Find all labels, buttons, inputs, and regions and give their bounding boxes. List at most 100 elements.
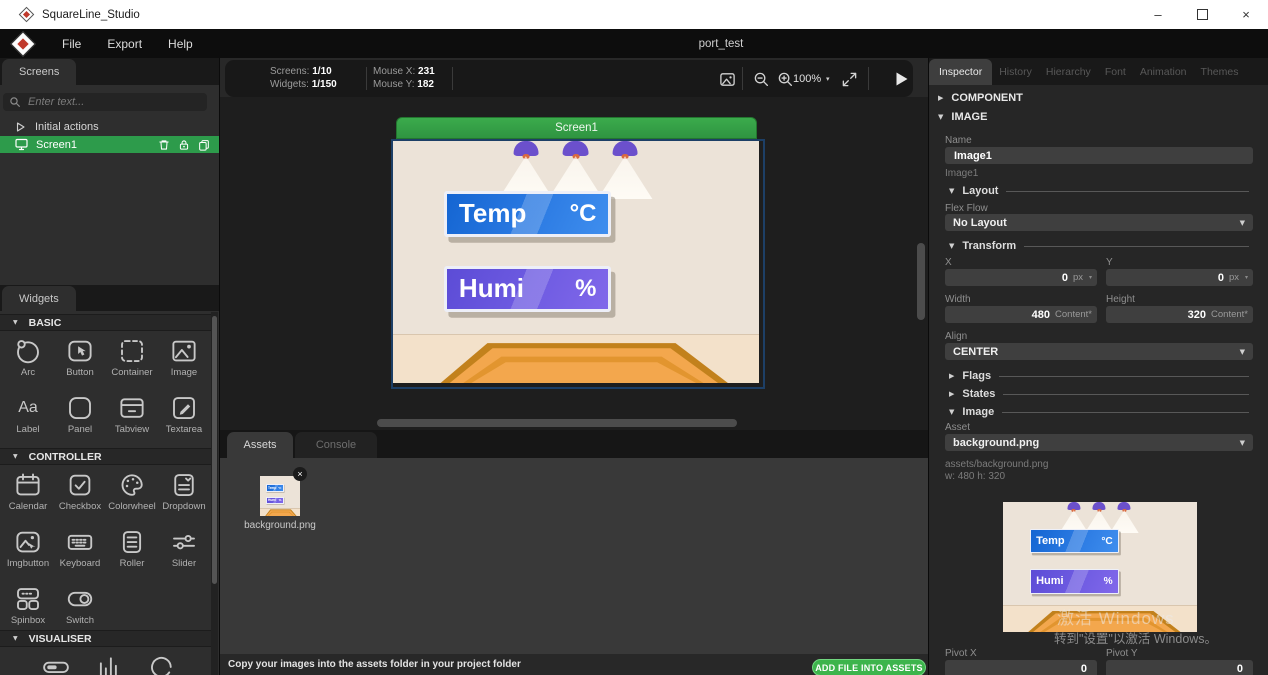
imgbutton-icon (13, 527, 43, 557)
tab-console[interactable]: Console (295, 432, 377, 458)
component-section-header[interactable]: ▶ COMPONENT (938, 92, 1023, 104)
transform-section-header[interactable]: ▼ Transform (949, 240, 1249, 252)
mouse-x-label: Mouse X: (373, 66, 415, 77)
minimize-button[interactable]: – (1136, 0, 1180, 29)
width-input[interactable]: 480 Content* (945, 306, 1097, 323)
layout-section-header[interactable]: ▼ Layout (949, 185, 1249, 197)
section-visualiser[interactable]: ▼ VISUALISER (0, 630, 211, 647)
image-section-header[interactable]: ▼ IMAGE (938, 111, 987, 123)
widgets-tabstrip: Widgets (0, 285, 219, 311)
tab-history[interactable]: History (992, 59, 1039, 85)
y-input[interactable]: 0 px ▾ (1106, 269, 1253, 286)
pivot-y-input[interactable]: 0 (1106, 660, 1253, 675)
widget-spinner[interactable] (135, 648, 188, 675)
widget-switch[interactable]: Switch (54, 580, 106, 637)
duplicate-icon[interactable] (198, 139, 210, 151)
widget-dropdown[interactable]: Dropdown (158, 466, 210, 523)
pivot-x-input[interactable]: 0 (945, 660, 1097, 675)
tab-widgets[interactable]: Widgets (2, 286, 76, 312)
widget-imgbutton[interactable]: Imgbutton (2, 523, 54, 580)
pivot-y-label: Pivot Y (1106, 648, 1138, 659)
widget-tabview[interactable]: Tabview (106, 389, 158, 446)
arc-icon (13, 336, 43, 366)
widget-label[interactable]: Aa Label (2, 389, 54, 446)
fit-screen-button[interactable] (839, 69, 859, 89)
x-input[interactable]: 0 px ▾ (945, 269, 1097, 286)
widget-bar[interactable] (29, 648, 82, 675)
canvas-vscrollbar[interactable] (917, 243, 925, 320)
widget-panel[interactable]: Panel (54, 389, 106, 446)
temp-unit: °C (570, 200, 597, 228)
widget-calendar[interactable]: Calendar (2, 466, 54, 523)
flags-section-header[interactable]: ▶ Flags (949, 370, 1249, 382)
section-basic[interactable]: ▼ BASIC (0, 314, 211, 331)
zoom-out-button[interactable] (751, 69, 771, 89)
widget-spinbox[interactable]: Spinbox (2, 580, 54, 637)
zoom-level-value[interactable]: 100% (793, 73, 821, 85)
widget-roller[interactable]: Roller (106, 523, 158, 580)
close-button[interactable]: × (1224, 0, 1268, 29)
screen-title-bar[interactable]: Screen1 (396, 117, 757, 139)
name-subtext: Image1 (945, 168, 978, 179)
tab-assets[interactable]: Assets (227, 432, 293, 458)
name-input[interactable]: Image1 (945, 147, 1253, 164)
tab-screens[interactable]: Screens (2, 59, 76, 85)
widgets-scrollbar-thumb[interactable] (212, 316, 217, 584)
delete-asset-icon[interactable]: × (293, 467, 307, 481)
asset-item-background[interactable]: × Temp°C Humi% background.png (240, 476, 320, 533)
temp-panel[interactable]: Temp °C (444, 191, 611, 237)
align-dropdown[interactable]: CENTER ▼ (945, 343, 1253, 360)
canvas-hscrollbar[interactable] (377, 419, 737, 427)
maximize-button[interactable] (1180, 0, 1224, 29)
zoom-in-button[interactable] (775, 69, 795, 89)
screens-search[interactable] (3, 93, 207, 111)
widget-container[interactable]: Container (106, 332, 158, 389)
zoom-caret-icon[interactable]: ▾ (826, 75, 830, 83)
widget-checkbox[interactable]: Checkbox (54, 466, 106, 523)
widget-image[interactable]: Image (158, 332, 210, 389)
chevron-down-icon: ▼ (13, 635, 18, 642)
tab-themes[interactable]: Themes (1194, 59, 1246, 85)
section-controller[interactable]: ▼ CONTROLLER (0, 448, 211, 465)
widget-button[interactable]: Button (54, 332, 106, 389)
menu-help[interactable]: Help (155, 29, 206, 58)
asset-dropdown[interactable]: background.png ▼ (945, 434, 1253, 451)
humi-unit: % (575, 275, 596, 303)
image-subsection-header[interactable]: ▼ Image (949, 406, 1249, 418)
flex-flow-dropdown[interactable]: No Layout ▼ (945, 214, 1253, 231)
humi-panel[interactable]: Humi % (444, 266, 611, 312)
chart-icon (94, 652, 124, 675)
screen-list-item[interactable]: Screen1 (0, 136, 219, 153)
add-file-into-assets-button[interactable]: ADD FILE INTO ASSETS (812, 659, 926, 675)
play-icon (892, 70, 910, 88)
menu-export[interactable]: Export (94, 29, 155, 58)
tab-font[interactable]: Font (1098, 59, 1133, 85)
design-canvas[interactable]: Temp °C Humi % (391, 139, 765, 389)
height-input[interactable]: 320 Content* (1106, 306, 1253, 323)
widget-arc[interactable]: Arc (2, 332, 54, 389)
background-image-button[interactable] (717, 69, 737, 89)
lock-icon[interactable] (178, 139, 190, 151)
maximize-icon (1197, 9, 1208, 20)
menu-file[interactable]: File (49, 29, 94, 58)
window-controls: – × (1136, 0, 1268, 29)
trash-icon[interactable] (158, 139, 170, 151)
widget-chart[interactable] (82, 648, 135, 675)
slider-icon (169, 527, 199, 557)
close-icon: × (1242, 7, 1250, 22)
widget-slider[interactable]: Slider (158, 523, 210, 580)
play-button[interactable] (891, 69, 911, 89)
search-input[interactable] (26, 95, 201, 109)
widget-keyboard[interactable]: Keyboard (54, 523, 106, 580)
tab-animation[interactable]: Animation (1133, 59, 1194, 85)
initial-actions-item[interactable]: Initial actions (14, 119, 99, 135)
widget-textarea[interactable]: Textarea (158, 389, 210, 446)
tab-hierarchy[interactable]: Hierarchy (1039, 59, 1098, 85)
asset-thumbnail[interactable]: × Temp°C Humi% (260, 476, 300, 516)
chevron-down-icon: ▾ (1089, 274, 1092, 281)
widget-colorwheel[interactable]: Colorwheel (106, 466, 158, 523)
inspector-tabstrip: Inspector History Hierarchy Font Animati… (929, 58, 1268, 85)
states-section-header[interactable]: ▶ States (949, 388, 1249, 400)
tab-inspector[interactable]: Inspector (929, 59, 992, 85)
zoom-in-icon (777, 71, 794, 88)
